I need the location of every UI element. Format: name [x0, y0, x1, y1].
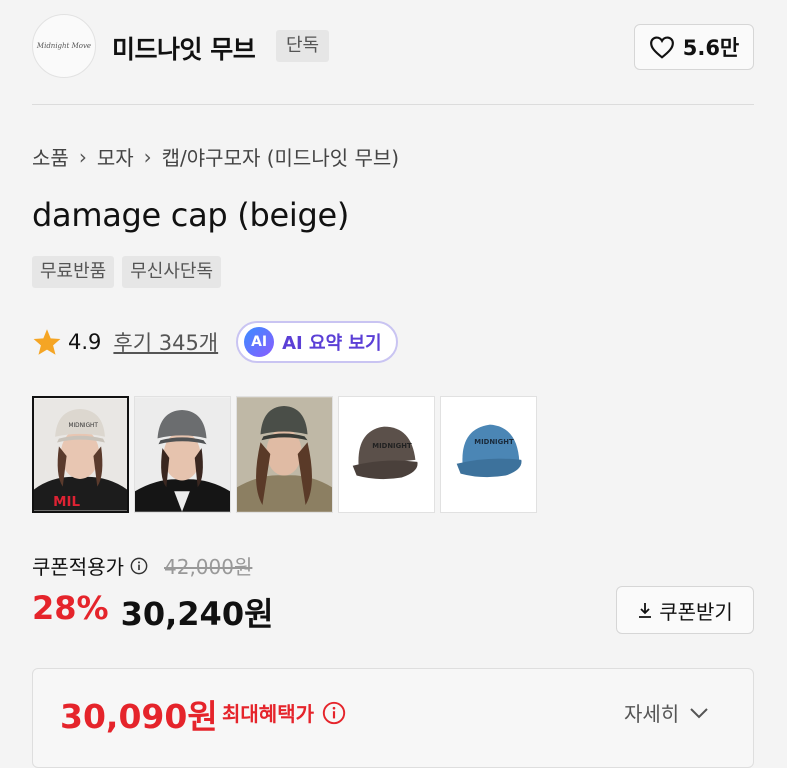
price-row: 28% 30,240원: [32, 589, 274, 635]
thumbnail-strip: MIL MIDNIGHT MIDNIGHT MIDNIGHT: [32, 396, 537, 513]
max-benefit-price: 30,090원: [60, 697, 218, 736]
brand-name[interactable]: 미드나잇 무브: [112, 30, 256, 66]
svg-text:MIL: MIL: [53, 495, 80, 510]
rating-score: 4.9: [68, 330, 102, 354]
coupon-price-label-row: 쿠폰적용가 42,000원: [32, 551, 252, 580]
brand-logo-text: Midnight Move: [36, 42, 92, 50]
coupon-price-label: 쿠폰적용가: [32, 555, 124, 579]
star-icon: [33, 329, 61, 355]
get-coupon-button[interactable]: 쿠폰받기: [616, 586, 754, 634]
heart-icon: [649, 36, 674, 59]
info-icon[interactable]: [130, 557, 148, 575]
svg-text:MIDNIGHT: MIDNIGHT: [474, 438, 514, 446]
ai-summary-button[interactable]: AI AI 요약 보기: [236, 321, 398, 363]
breadcrumb-item[interactable]: 캡/야구모자 (미드나잇 무브): [162, 142, 399, 171]
ai-icon: AI: [244, 327, 275, 357]
chevron-down-icon: [690, 707, 708, 718]
cap-blue-product-image: MIDNIGHT: [441, 397, 536, 512]
like-count: 5.6만: [682, 36, 740, 60]
model-gray-cap-image: [135, 397, 230, 512]
thumbnail-model-dark[interactable]: [236, 396, 333, 513]
chevron-right-icon: ›: [78, 144, 87, 169]
discount-rate: 28%: [32, 589, 109, 627]
cap-brown-product-image: MIDNIGHT: [339, 397, 434, 512]
info-icon[interactable]: [322, 701, 346, 725]
product-tags: 무료반품 무신사단독: [32, 256, 222, 288]
thumbnail-model-beige[interactable]: MIL MIDNIGHT: [32, 396, 129, 513]
download-icon: [639, 603, 652, 618]
svg-text:MIDNIGHT: MIDNIGHT: [372, 442, 412, 450]
chevron-right-icon: ›: [143, 144, 152, 169]
tag-free-return: 무료반품: [32, 256, 115, 288]
model-dark-cap-image: [237, 397, 332, 512]
brand-logo[interactable]: Midnight Move: [32, 14, 96, 78]
svg-text:MIDNIGHT: MIDNIGHT: [69, 423, 99, 429]
final-price: 30,240원: [120, 595, 274, 633]
thumbnail-model-gray[interactable]: [134, 396, 231, 513]
thumbnail-cap-brown[interactable]: MIDNIGHT: [338, 396, 435, 513]
header-divider: [32, 104, 754, 105]
ai-summary-label: AI 요약 보기: [282, 333, 382, 354]
max-benefit-label-row: 최대혜택가: [222, 698, 346, 727]
thumbnail-cap-blue[interactable]: MIDNIGHT: [440, 396, 537, 513]
get-coupon-label: 쿠폰받기: [659, 599, 733, 624]
rating-row: 4.9 후기 345개 AI AI 요약 보기: [32, 321, 398, 363]
max-benefit-label: 최대혜택가: [222, 702, 314, 726]
tag-exclusive: 무신사단독: [122, 256, 222, 288]
product-title: damage cap (beige): [32, 196, 350, 234]
reviews-link[interactable]: 후기 345개: [113, 327, 218, 357]
breadcrumb-item[interactable]: 모자: [97, 142, 134, 171]
breadcrumb: 소품 › 모자 › 캡/야구모자 (미드나잇 무브): [32, 142, 399, 171]
original-price: 42,000원: [164, 555, 253, 579]
exclusive-badge: 단독: [276, 30, 330, 62]
details-label: 자세히: [624, 702, 680, 726]
details-toggle[interactable]: 자세히: [624, 698, 709, 727]
model-beige-cap-image: MIL MIDNIGHT: [34, 398, 127, 511]
like-button[interactable]: 5.6만: [634, 24, 754, 70]
breadcrumb-item[interactable]: 소품: [32, 142, 69, 171]
